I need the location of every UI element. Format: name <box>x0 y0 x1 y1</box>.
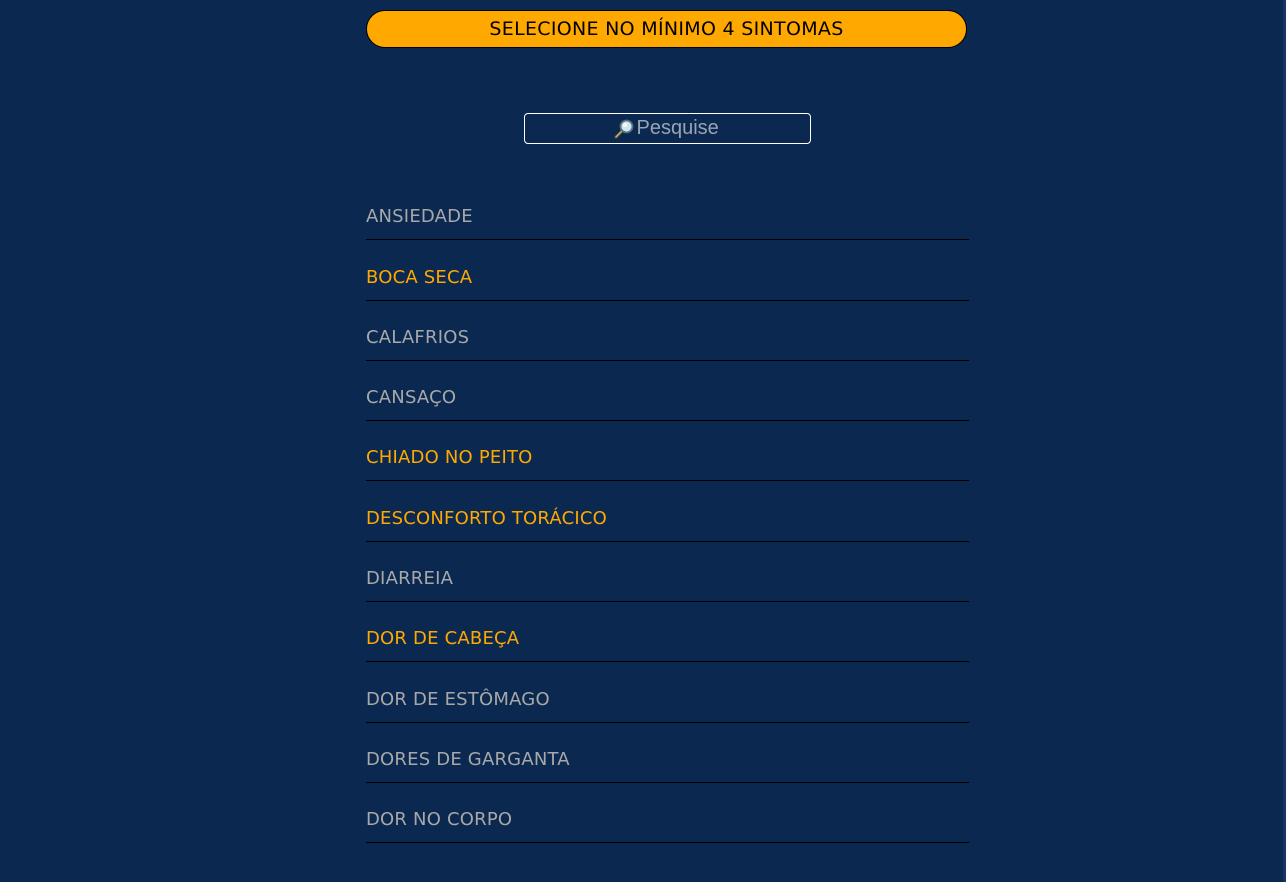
symptom-label: CALAFRIOS <box>366 326 470 348</box>
symptom-item[interactable]: BOCA SECA <box>366 240 969 301</box>
symptom-label: DORES DE GARGANTA <box>366 748 570 770</box>
symptom-list: ANSIEDADE BOCA SECA CALAFRIOS CANSAÇO CHIADO… <box>366 180 969 844</box>
symptom-label: DOR DE ESTÔMAGO <box>366 688 550 710</box>
symptom-item[interactable]: CANSAÇO <box>366 361 969 422</box>
symptom-label: CANSAÇO <box>366 387 457 409</box>
symptom-label: DOR DE CABEÇA <box>366 628 520 650</box>
search-input[interactable] <box>636 117 723 140</box>
symptom-item[interactable]: DIARREIA <box>366 542 969 603</box>
scrollbar-track[interactable] <box>1282 0 1286 882</box>
search-box[interactable] <box>524 113 811 144</box>
symptom-item[interactable]: DOR DE ESTÔMAGO <box>366 662 969 723</box>
symptom-item[interactable]: ANSIEDADE <box>366 180 969 241</box>
symptom-item[interactable]: DOR DE CABEÇA <box>366 602 969 663</box>
symptom-label: DIARREIA <box>366 568 454 590</box>
symptom-label: DESCONFORTO TORÁCICO <box>366 507 608 529</box>
symptom-label: ANSIEDADE <box>366 206 473 228</box>
minimum-symptoms-banner: SELECIONE NO MÍNIMO 4 SINTOMAS <box>366 10 967 48</box>
symptom-label: DOR NO CORPO <box>366 809 513 831</box>
symptom-label: BOCA SECA <box>366 266 473 288</box>
symptom-item[interactable]: DESCONFORTO TORÁCICO <box>366 481 969 542</box>
symptom-label: CHIADO NO PEITO <box>366 447 533 469</box>
magnifier-icon <box>613 118 635 140</box>
symptom-item[interactable]: CHIADO NO PEITO <box>366 421 969 482</box>
symptom-item[interactable]: DOR NO CORPO <box>366 783 969 844</box>
banner-text: SELECIONE NO MÍNIMO 4 SINTOMAS <box>489 18 844 40</box>
symptom-item[interactable]: CALAFRIOS <box>366 301 969 361</box>
page: SELECIONE NO MÍNIMO 4 SINTOMAS ANSIEDADE… <box>0 0 1286 882</box>
symptom-item[interactable]: DORES DE GARGANTA <box>366 723 969 783</box>
